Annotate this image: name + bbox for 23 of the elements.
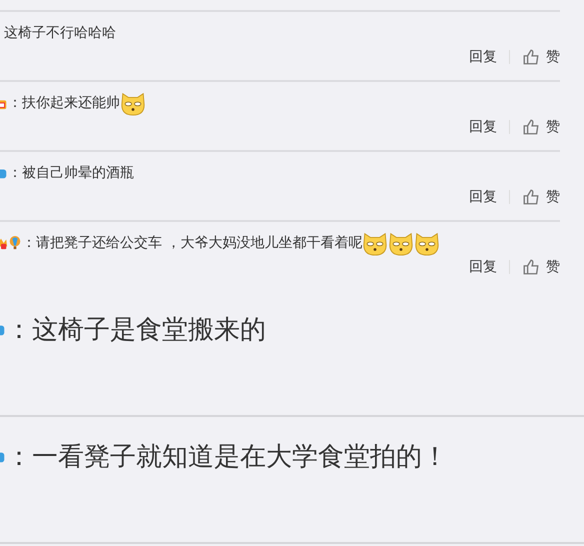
comment-text: ：这椅子是食堂搬来的 — [6, 314, 266, 347]
like-button[interactable]: 赞 — [522, 258, 560, 276]
balloon-icon — [8, 236, 22, 250]
like-button[interactable]: 赞 — [522, 118, 560, 136]
dog-emoji-icon — [388, 230, 414, 256]
reply-link[interactable]: 回复 — [469, 258, 497, 276]
thumbs-up-icon — [522, 118, 540, 136]
thumbs-up-icon — [522, 258, 540, 276]
reply-link[interactable]: 回复 — [469, 48, 497, 66]
comment-text: ：被自己帅晕的酒瓶 — [8, 164, 134, 182]
thumbs-up-icon — [522, 48, 540, 66]
reply-link[interactable]: 回复 — [469, 188, 497, 206]
comment-text: ：扶你起来还能帅 — [8, 94, 120, 112]
reply-link[interactable]: 回复 — [469, 118, 497, 136]
dog-emoji-icon — [362, 230, 388, 256]
dog-emoji-icon — [120, 90, 146, 116]
like-button[interactable]: 赞 — [522, 188, 560, 206]
thumbs-up-icon — [522, 188, 540, 206]
comment-text: 这椅子不行哈哈哈 — [4, 24, 116, 42]
comment-text: ：请把凳子还给公交车 ，大爷大妈没地儿坐都干看着呢 — [22, 234, 362, 252]
dog-emoji-icon — [414, 230, 440, 256]
like-button[interactable]: 赞 — [522, 48, 560, 66]
comment-text: ：一看凳子就知道是在大学食堂拍的！ — [6, 441, 448, 474]
